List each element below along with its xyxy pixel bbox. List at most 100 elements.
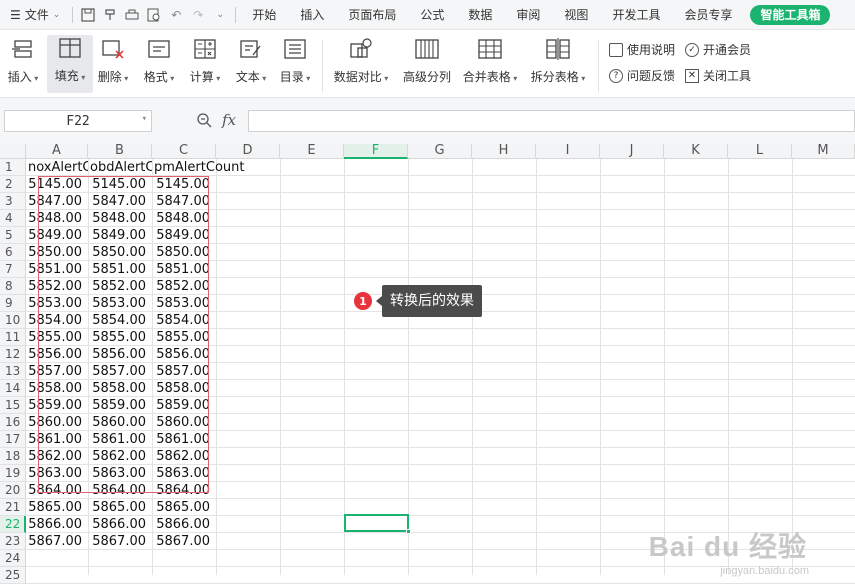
- data-cell[interactable]: 5857.00: [88, 363, 152, 380]
- tab-insert[interactable]: 插入: [288, 0, 336, 30]
- row-header-11[interactable]: 11: [0, 329, 26, 346]
- redo-icon[interactable]: ↷: [187, 4, 209, 26]
- row-header-21[interactable]: 21: [0, 499, 26, 516]
- data-cell[interactable]: 5848.00: [26, 210, 88, 227]
- data-cell[interactable]: 5847.00: [88, 193, 152, 210]
- data-cell[interactable]: 5857.00: [26, 363, 88, 380]
- data-cell[interactable]: 5858.00: [26, 380, 88, 397]
- data-cell[interactable]: 5864.00: [88, 482, 152, 499]
- merge-table-button[interactable]: 合并表格: [463, 36, 516, 85]
- row-header-24[interactable]: 24: [0, 550, 26, 567]
- data-cell[interactable]: 5867.00: [88, 533, 152, 550]
- save-icon[interactable]: [77, 4, 99, 26]
- column-header-m[interactable]: M: [792, 144, 855, 159]
- data-cell[interactable]: 5855.00: [26, 329, 88, 346]
- data-cell[interactable]: 5864.00: [152, 482, 216, 499]
- data-cell[interactable]: 5852.00: [88, 278, 152, 295]
- row-header-19[interactable]: 19: [0, 465, 26, 482]
- data-cell[interactable]: 5854.00: [88, 312, 152, 329]
- name-box[interactable]: F22 ▾: [4, 110, 152, 132]
- column-header-j[interactable]: J: [600, 144, 664, 159]
- data-cell[interactable]: 5863.00: [88, 465, 152, 482]
- data-cell[interactable]: 5863.00: [26, 465, 88, 482]
- row-header-4[interactable]: 4: [0, 210, 26, 227]
- data-cell[interactable]: 5856.00: [26, 346, 88, 363]
- data-cell[interactable]: 5849.00: [88, 227, 152, 244]
- row-header-25[interactable]: 25: [0, 567, 26, 584]
- data-cell[interactable]: 5849.00: [26, 227, 88, 244]
- data-cell[interactable]: 5861.00: [152, 431, 216, 448]
- file-menu[interactable]: ☰ 文件 ⌄: [0, 0, 68, 30]
- data-cell[interactable]: 5865.00: [88, 499, 152, 516]
- data-cell[interactable]: 5860.00: [26, 414, 88, 431]
- tab-view[interactable]: 视图: [552, 0, 600, 30]
- row-header-17[interactable]: 17: [0, 431, 26, 448]
- fill-button[interactable]: 填充: [47, 35, 93, 93]
- data-cell[interactable]: 5850.00: [26, 244, 88, 261]
- data-cell[interactable]: 5145.00: [152, 176, 216, 193]
- data-cell[interactable]: 5850.00: [152, 244, 216, 261]
- compare-button[interactable]: 数据对比: [334, 36, 386, 85]
- row-header-15[interactable]: 15: [0, 397, 26, 414]
- row-header-8[interactable]: 8: [0, 278, 26, 295]
- tab-data[interactable]: 数据: [456, 0, 504, 30]
- help-button[interactable]: 使用说明: [609, 41, 675, 58]
- data-cell[interactable]: 5864.00: [26, 482, 88, 499]
- advanced-split-button[interactable]: 高级分列: [401, 36, 453, 85]
- row-header-14[interactable]: 14: [0, 380, 26, 397]
- tab-page-layout[interactable]: 页面布局: [336, 0, 408, 30]
- data-cell[interactable]: 5865.00: [26, 499, 88, 516]
- data-cell[interactable]: 5861.00: [88, 431, 152, 448]
- tab-review[interactable]: 审阅: [504, 0, 552, 30]
- spreadsheet-grid[interactable]: A B C D E F G H I J K L M 1 2 3 4 5 6 7 8 9 10 11 12 13 14 15 16 17 18…: [0, 144, 855, 584]
- data-cell[interactable]: 5853.00: [152, 295, 216, 312]
- toc-button[interactable]: 目录: [272, 36, 318, 85]
- column-header-l[interactable]: L: [728, 144, 792, 159]
- delete-button[interactable]: 删除: [90, 36, 136, 85]
- text-button[interactable]: 文本: [228, 36, 274, 85]
- data-cell[interactable]: 5861.00: [26, 431, 88, 448]
- row-header-22[interactable]: 22: [0, 516, 26, 533]
- chevron-down-icon[interactable]: ▾: [142, 114, 147, 124]
- data-cell[interactable]: 5851.00: [88, 261, 152, 278]
- select-all-corner[interactable]: [0, 144, 26, 159]
- fill-handle[interactable]: [406, 529, 411, 534]
- data-cell[interactable]: 5849.00: [152, 227, 216, 244]
- data-cell[interactable]: 5859.00: [26, 397, 88, 414]
- row-header-6[interactable]: 6: [0, 244, 26, 261]
- tab-home[interactable]: 开始: [240, 0, 288, 30]
- member-button[interactable]: ✓ 开通会员: [685, 41, 751, 58]
- data-cell[interactable]: 5848.00: [88, 210, 152, 227]
- data-cell[interactable]: 5866.00: [88, 516, 152, 533]
- row-header-18[interactable]: 18: [0, 448, 26, 465]
- data-cell[interactable]: 5855.00: [88, 329, 152, 346]
- row-header-23[interactable]: 23: [0, 533, 26, 550]
- column-header-b[interactable]: B: [88, 144, 152, 159]
- feedback-button[interactable]: ? 问题反馈: [609, 67, 675, 84]
- data-cell[interactable]: 5852.00: [26, 278, 88, 295]
- column-header-f[interactable]: F: [344, 144, 408, 159]
- data-cell[interactable]: 5853.00: [88, 295, 152, 312]
- data-cell[interactable]: 5854.00: [26, 312, 88, 329]
- data-cell[interactable]: 5850.00: [88, 244, 152, 261]
- calc-button[interactable]: 计算: [182, 36, 228, 85]
- header-obd-cell[interactable]: obdAlertCo: [88, 159, 152, 176]
- fx-icon[interactable]: fx: [222, 111, 236, 129]
- data-cell[interactable]: 5145.00: [26, 176, 88, 193]
- row-header-9[interactable]: 9: [0, 295, 26, 312]
- data-cell[interactable]: 5860.00: [152, 414, 216, 431]
- data-cell[interactable]: 5857.00: [152, 363, 216, 380]
- row-header-3[interactable]: 3: [0, 193, 26, 210]
- column-header-a[interactable]: A: [26, 144, 88, 159]
- row-header-1[interactable]: 1: [0, 159, 26, 176]
- column-header-i[interactable]: I: [536, 144, 600, 159]
- tab-developer[interactable]: 开发工具: [600, 0, 672, 30]
- tab-formulas[interactable]: 公式: [408, 0, 456, 30]
- column-header-g[interactable]: G: [408, 144, 472, 159]
- column-header-e[interactable]: E: [280, 144, 344, 159]
- data-cell[interactable]: 5847.00: [26, 193, 88, 210]
- active-cell-selection[interactable]: [344, 514, 411, 534]
- undo-icon[interactable]: ↶: [165, 4, 187, 26]
- data-cell[interactable]: 5856.00: [88, 346, 152, 363]
- row-header-2[interactable]: 2: [0, 176, 26, 193]
